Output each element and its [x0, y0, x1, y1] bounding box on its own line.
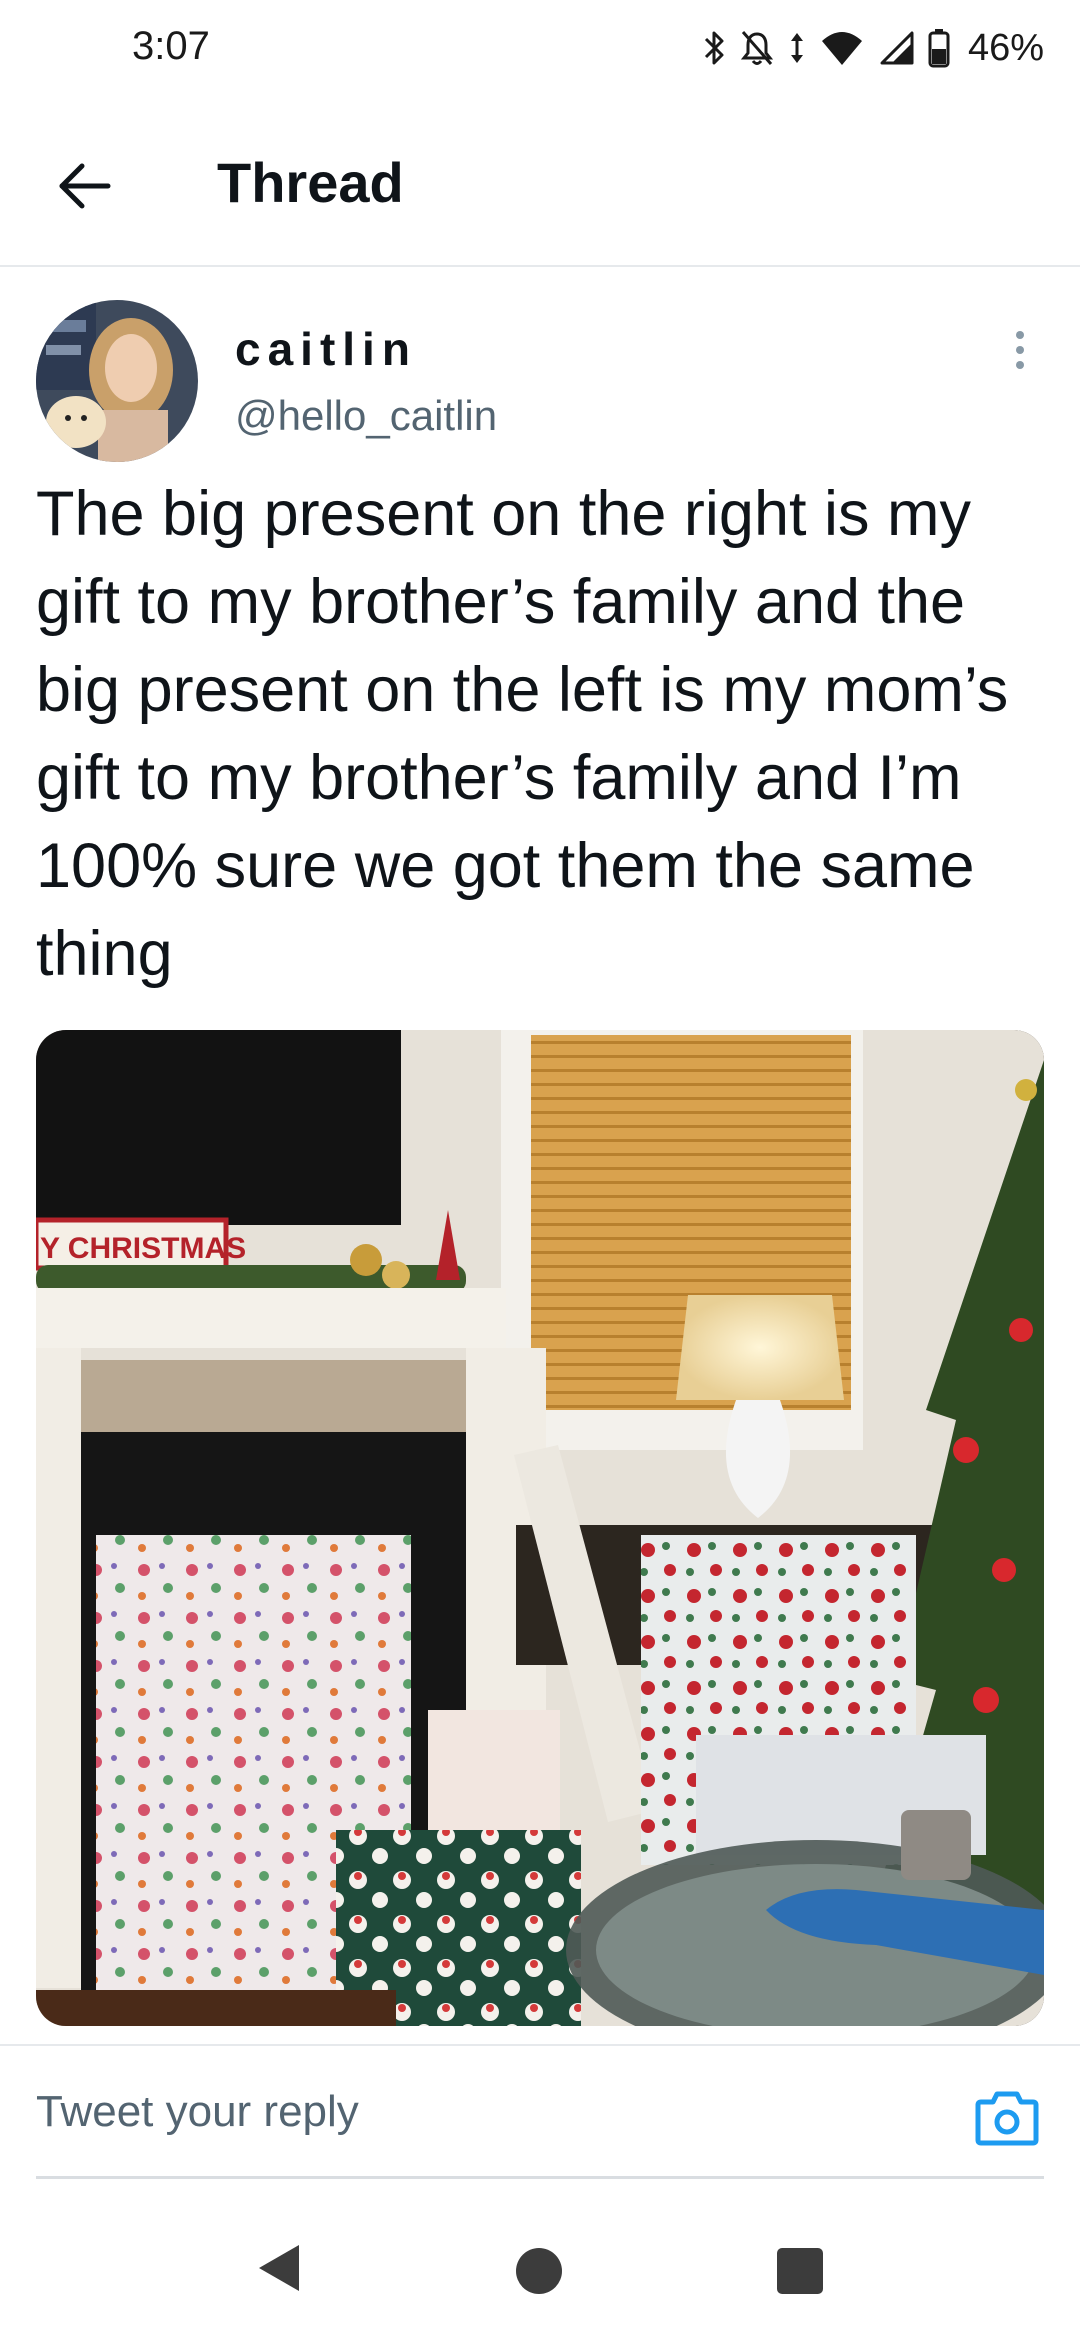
- reply-input[interactable]: [36, 2054, 936, 2170]
- status-icons: 46%: [702, 26, 1044, 70]
- user-handle[interactable]: @hello_caitlin: [235, 392, 497, 440]
- system-nav-bar: [0, 2210, 1080, 2340]
- more-vertical-icon[interactable]: [996, 320, 1044, 380]
- page-title: Thread: [217, 151, 404, 214]
- camera-icon: [975, 2091, 1039, 2146]
- reply-bar: [0, 2044, 1080, 2180]
- reply-underline: [36, 2176, 1044, 2179]
- christmas-sign-text: Y CHRISTMAS: [40, 1232, 246, 1265]
- back-button[interactable]: [42, 144, 126, 228]
- display-name[interactable]: caitlin: [235, 322, 417, 376]
- back-triangle-icon[interactable]: [255, 2242, 303, 2294]
- home-circle-icon[interactable]: [516, 2248, 562, 2294]
- status-bar: 3:07 46%: [0, 0, 1080, 100]
- thread-header: Thread: [0, 100, 1080, 267]
- tweet-text: The big present on the right is my gift …: [36, 479, 1009, 989]
- signal-icon: [880, 31, 914, 65]
- camera-button[interactable]: [975, 2088, 1039, 2146]
- tweet-photo[interactable]: Y CHRISTMAS: [36, 1030, 1044, 2026]
- avatar[interactable]: [36, 300, 198, 462]
- battery-icon: [928, 29, 950, 68]
- data-arrows-icon: [790, 33, 803, 63]
- bluetooth-icon: [704, 31, 724, 65]
- notifications-muted-icon: [740, 31, 774, 65]
- status-time: 3:07: [132, 24, 210, 68]
- arrow-left-icon: [59, 163, 111, 209]
- wifi-icon: [821, 32, 862, 65]
- battery-percent: 46%: [967, 26, 1044, 69]
- recents-square-icon[interactable]: [777, 2248, 823, 2294]
